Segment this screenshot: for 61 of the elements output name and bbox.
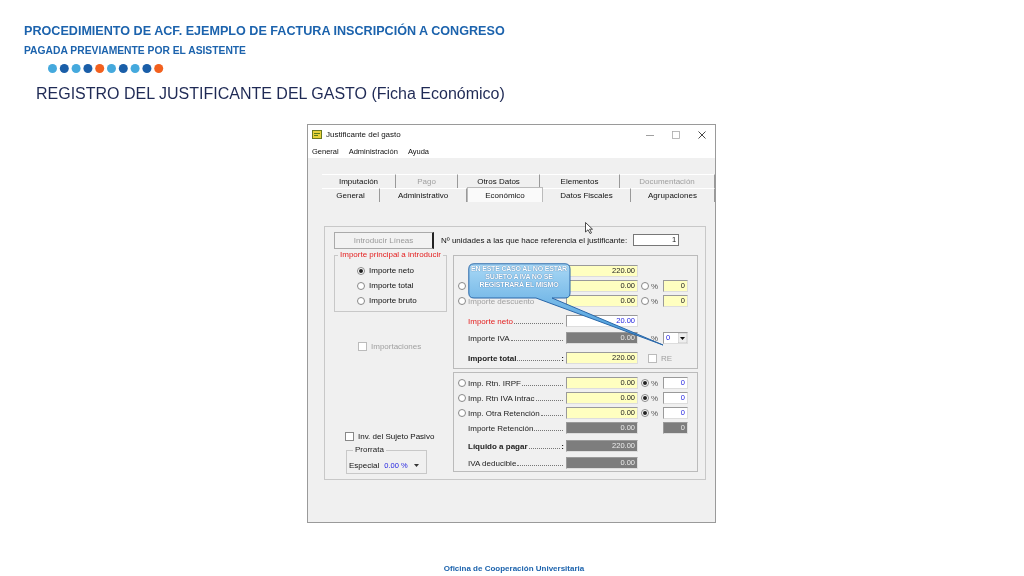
tab[interactable]: Imputación xyxy=(322,174,396,188)
radio-button[interactable] xyxy=(357,266,365,275)
field-label: Importe neto xyxy=(468,316,513,326)
percent-label: % xyxy=(651,393,660,403)
units-label: Nº unidades a las que hace referencia el justificante: xyxy=(441,235,628,245)
label-colon: : xyxy=(561,441,564,451)
percent-label: % xyxy=(651,408,660,418)
option-label: Importe total xyxy=(369,281,414,290)
footer-text: Oficina de Cooperación Universitaria xyxy=(443,564,585,573)
close-icon[interactable] xyxy=(698,130,706,139)
radio-button[interactable] xyxy=(641,379,649,387)
label-colon: : xyxy=(561,353,564,363)
radio-button[interactable] xyxy=(641,297,649,305)
tab[interactable]: Administrativo xyxy=(380,188,467,202)
tab[interactable]: Agrupaciones xyxy=(631,188,715,202)
percent-label: % xyxy=(651,281,660,291)
field-label: Imp. Rtn. IRPF xyxy=(468,378,521,388)
radio-button[interactable] xyxy=(458,297,466,305)
radio-button[interactable] xyxy=(641,394,649,402)
field-label: Imp. Otra Retención xyxy=(468,408,540,418)
checkbox-label: Importaciones xyxy=(371,342,422,351)
radio-button[interactable] xyxy=(458,394,466,402)
tab[interactable]: Elementos xyxy=(540,174,620,188)
field-label: Líquido a pagar xyxy=(468,441,528,451)
checkbox-label: Inv. del Sujeto Pasivo xyxy=(358,432,435,441)
percent-label: % xyxy=(651,296,660,306)
radio-button[interactable] xyxy=(357,281,365,290)
prorrata-label: Especial xyxy=(349,461,380,470)
percent-label: % xyxy=(651,333,660,343)
group-legend: Importe principal a introducir xyxy=(338,250,443,259)
cursor-icon xyxy=(585,222,593,234)
tab[interactable]: General xyxy=(322,188,380,202)
option-label: Importe neto xyxy=(369,266,414,275)
slide-subtitle: PAGADA PREVIAMENTE POR EL ASISTENTE xyxy=(24,45,247,56)
checkbox-label: RE xyxy=(661,353,673,363)
form-icon xyxy=(312,130,322,139)
tab[interactable]: Económico xyxy=(467,187,543,202)
field-label: Importe Retención xyxy=(468,423,534,433)
radio-button[interactable] xyxy=(458,282,466,290)
field-label: Importe IVA xyxy=(468,333,510,343)
radio-button[interactable] xyxy=(641,282,649,290)
group-legend: Prorrata xyxy=(353,445,386,454)
option-label: Importe bruto xyxy=(369,296,417,305)
field-label: Imp. Rtn IVA Intrac xyxy=(468,393,535,403)
slide-heading: REGISTRO DEL JUSTIFICANTE DEL GASTO (Ficha Económico) xyxy=(36,85,506,103)
radio-button[interactable] xyxy=(458,379,466,387)
caret-icon xyxy=(413,464,419,467)
tab[interactable]: Datos Fiscales xyxy=(543,188,631,202)
dropdown-arrow-icon xyxy=(678,333,687,343)
window-title: Justificante del gasto xyxy=(326,130,402,139)
radio-button[interactable] xyxy=(357,296,365,305)
maximize-icon[interactable] xyxy=(672,130,680,139)
field-label: Importe descuento xyxy=(468,296,535,306)
percent-label: % xyxy=(651,378,660,388)
slide-title: PROCEDIMIENTO DE ACF. EJEMPLO DE FACTURA INSCRIPCIÓN A CONGRESO xyxy=(24,24,506,38)
radio-button[interactable] xyxy=(458,409,466,417)
checkbox[interactable] xyxy=(345,432,354,441)
tab[interactable]: Otros Datos xyxy=(458,174,540,188)
radio-button[interactable] xyxy=(641,409,649,417)
field-label: Importe total xyxy=(468,353,517,363)
field-label: IVA deducible xyxy=(468,458,517,468)
